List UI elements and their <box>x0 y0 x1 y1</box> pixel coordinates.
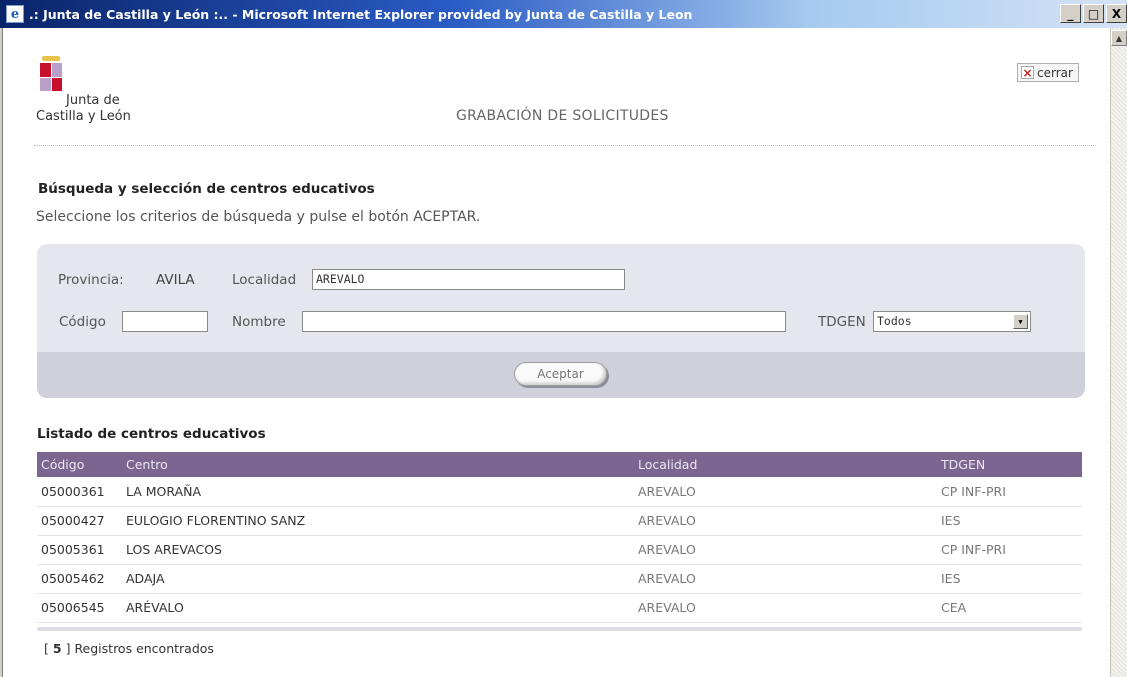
code-input[interactable] <box>122 311 208 332</box>
cell-centro[interactable]: ARÉVALO <box>122 593 634 623</box>
close-icon: × <box>1021 65 1034 80</box>
scroll-up-arrow-icon[interactable]: ▲ <box>1111 30 1127 46</box>
records-text: Registros encontrados <box>74 641 214 656</box>
name-label: Nombre <box>232 314 286 330</box>
cell-centro[interactable]: LOS AREVACOS <box>122 535 634 565</box>
window-frame-left <box>0 28 3 677</box>
search-section-title: Búsqueda y selección de centros educativ… <box>38 181 375 197</box>
province-value: AVILA <box>156 272 195 288</box>
column-header-code[interactable]: Código <box>37 452 122 477</box>
cell-tdgen: IES <box>937 506 1082 536</box>
cell-centro[interactable]: EULOGIO FLORENTINO SANZ <box>122 506 634 536</box>
column-header-localidad[interactable]: Localidad <box>634 452 937 477</box>
cell-tdgen: IES <box>937 564 1082 594</box>
window-close-button[interactable]: X <box>1106 4 1127 23</box>
locality-input[interactable]: AREVALO <box>312 269 625 290</box>
cell-tdgen: CP INF-PRI <box>937 477 1082 507</box>
cell-code[interactable]: 05000427 <box>37 506 122 536</box>
column-header-centro[interactable]: Centro <box>122 452 634 477</box>
table-row[interactable]: 05000361 LA MORAÑA AREVALO CP INF-PRI <box>37 477 1082 507</box>
cell-tdgen: CP INF-PRI <box>937 535 1082 565</box>
cell-code[interactable]: 05005361 <box>37 535 122 565</box>
cell-localidad: AREVALO <box>634 593 937 623</box>
cerrar-button[interactable]: × cerrar <box>1017 63 1079 82</box>
window-title: .: Junta de Castilla y León :.. - Micros… <box>29 6 693 22</box>
logo-text-line2: Castilla y León <box>36 109 131 124</box>
cell-localidad: AREVALO <box>634 506 937 536</box>
list-title: Listado de centros educativos <box>37 426 266 442</box>
accept-button[interactable]: Aceptar <box>514 362 607 386</box>
maximize-button[interactable]: □ <box>1083 4 1104 23</box>
window-controls: _ □ X <box>1060 4 1127 23</box>
records-number: 5 <box>52 641 62 656</box>
cell-code[interactable]: 05005462 <box>37 564 122 594</box>
cell-localidad: AREVALO <box>634 564 937 594</box>
records-bracket-open: [ <box>44 641 49 656</box>
table-footer-bar <box>37 627 1082 631</box>
table-header-row: Código Centro Localidad TDGEN <box>37 452 1082 477</box>
logo-text-line1: Junta de <box>66 93 120 108</box>
page-title: GRABACIÓN DE SOLICITUDES <box>456 108 669 124</box>
province-label: Provincia: <box>58 272 124 288</box>
cell-code[interactable]: 05000361 <box>37 477 122 507</box>
results-table: Código Centro Localidad TDGEN 05000361 L… <box>37 452 1082 623</box>
cell-tdgen: CEA <box>937 593 1082 623</box>
cell-centro[interactable]: ADAJA <box>122 564 634 594</box>
search-instructions: Seleccione los criterios de búsqueda y p… <box>36 209 481 225</box>
chevron-down-icon[interactable]: ▼ <box>1013 314 1028 329</box>
table-row[interactable]: 05005361 LOS AREVACOS AREVALO CP INF-PRI <box>37 535 1082 565</box>
records-bracket-close: ] <box>65 641 71 656</box>
column-header-tdgen[interactable]: TDGEN <box>937 452 1082 477</box>
records-count: [ 5 ] Registros encontrados <box>44 641 214 656</box>
tdgen-label: TDGEN <box>818 314 866 330</box>
tdgen-selected-value: Todos <box>877 314 912 328</box>
vertical-scrollbar[interactable]: ▲ <box>1110 28 1127 677</box>
locality-label: Localidad <box>232 272 297 288</box>
ie-icon: e <box>6 5 24 23</box>
table-row[interactable]: 05005462 ADAJA AREVALO IES <box>37 564 1082 594</box>
cell-localidad: AREVALO <box>634 535 937 565</box>
window-title-bar[interactable]: e .: Junta de Castilla y León :.. - Micr… <box>0 0 1127 28</box>
coat-of-arms-icon <box>40 63 62 91</box>
cell-code[interactable]: 05006545 <box>37 593 122 623</box>
minimize-button[interactable]: _ <box>1060 4 1081 23</box>
cerrar-label: cerrar <box>1037 65 1073 80</box>
junta-logo: Junta de Castilla y León <box>36 56 166 136</box>
code-label: Código <box>59 314 106 330</box>
crown-icon <box>42 56 60 61</box>
cell-localidad: AREVALO <box>634 477 937 507</box>
table-row[interactable]: 05006545 ARÉVALO AREVALO CEA <box>37 593 1082 623</box>
table-row[interactable]: 05000427 EULOGIO FLORENTINO SANZ AREVALO… <box>37 506 1082 536</box>
tdgen-select[interactable]: Todos ▼ <box>873 311 1031 332</box>
header-divider <box>34 145 1096 146</box>
name-input[interactable] <box>302 311 786 332</box>
cell-centro[interactable]: LA MORAÑA <box>122 477 634 507</box>
